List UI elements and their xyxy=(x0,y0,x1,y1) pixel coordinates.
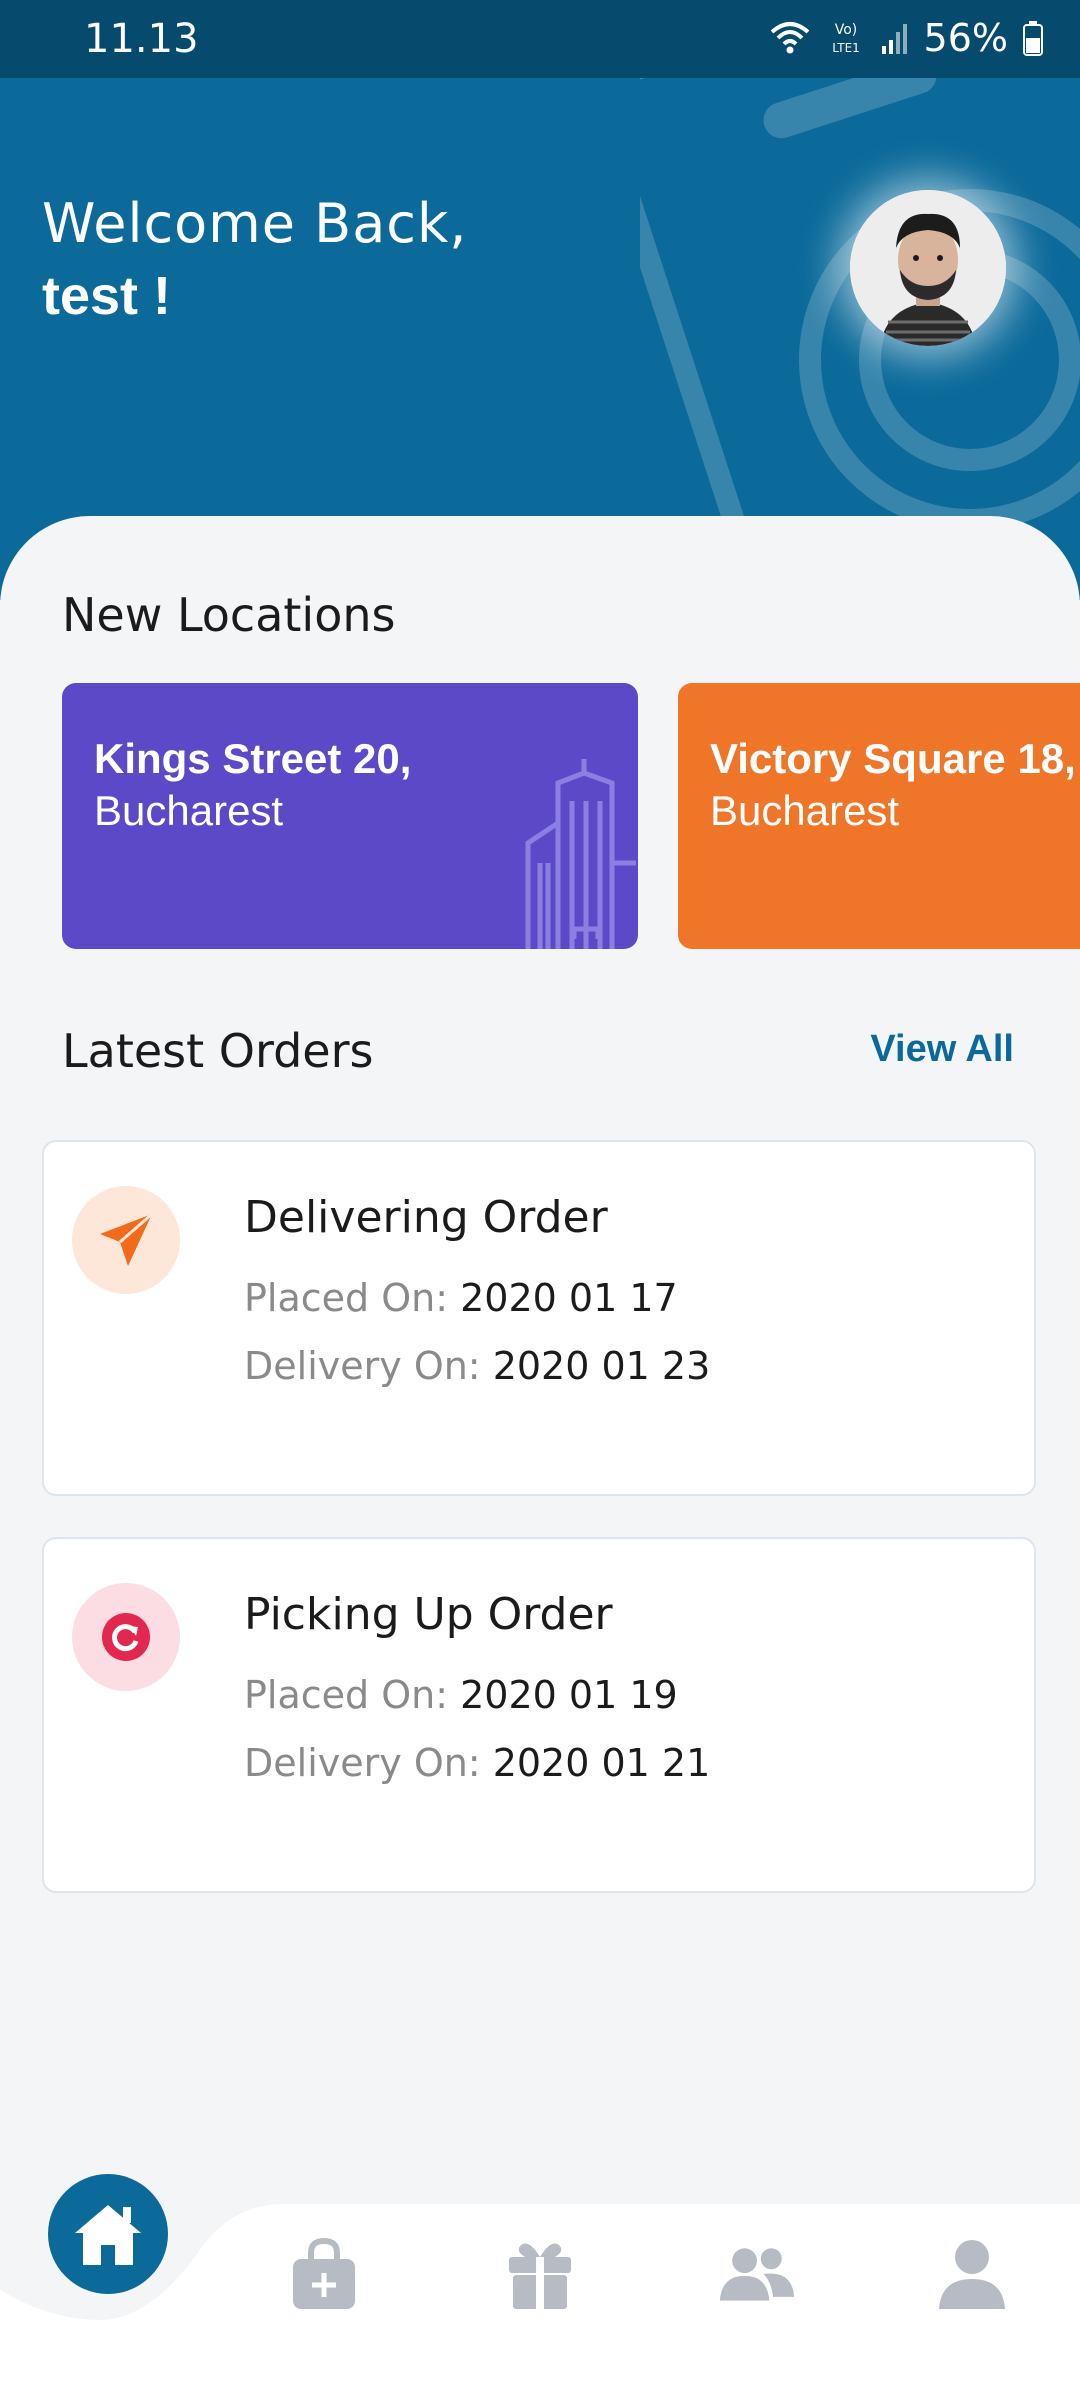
order-placed-line: Placed On: 2020 01 19 xyxy=(244,1673,678,1717)
svg-text:LTE1: LTE1 xyxy=(832,41,860,55)
order-card[interactable]: Delivering Order Placed On: 2020 01 17 D… xyxy=(42,1140,1036,1496)
battery-percent: 56% xyxy=(923,16,1008,60)
nav-home-button[interactable] xyxy=(48,2174,168,2294)
signal-icon xyxy=(881,24,907,54)
nav-rewards-button[interactable] xyxy=(500,2234,580,2314)
volte-icon: Vo) LTE1 xyxy=(832,22,860,55)
shopping-bag-icon xyxy=(293,2237,355,2309)
location-card[interactable]: Victory Square 18, Bucharest xyxy=(678,683,1080,949)
delivery-date: 2020 01 23 xyxy=(492,1344,711,1388)
avatar[interactable] xyxy=(850,190,1006,346)
order-title: Delivering Order xyxy=(244,1192,608,1243)
placed-label: Placed On: xyxy=(244,1673,449,1717)
order-placed-line: Placed On: 2020 01 17 xyxy=(244,1276,678,1320)
placed-date: 2020 01 19 xyxy=(460,1673,678,1717)
nav-community-button[interactable] xyxy=(716,2234,796,2314)
location-city: Bucharest xyxy=(94,787,284,834)
group-icon xyxy=(719,2248,795,2301)
greeting: Welcome Back, xyxy=(42,192,468,255)
battery-icon xyxy=(1023,21,1043,56)
new-locations-title: New Locations xyxy=(62,588,396,642)
home-icon xyxy=(75,2205,141,2265)
gift-icon xyxy=(509,2243,571,2309)
order-status-icon xyxy=(72,1186,180,1294)
location-city: Bucharest xyxy=(710,787,900,834)
svg-text:Vo): Vo) xyxy=(834,22,857,38)
refresh-icon xyxy=(102,1613,150,1661)
app-screen: 11.13 Vo) LTE1 56% Welcome Back, test ! … xyxy=(0,0,1080,2400)
status-icons: Vo) LTE1 56% xyxy=(768,14,1044,62)
username: test ! xyxy=(42,266,172,326)
status-time: 11.13 xyxy=(84,16,199,62)
send-icon xyxy=(100,1212,153,1266)
location-street: Victory Square 18, xyxy=(710,735,1076,782)
order-card[interactable]: Picking Up Order Placed On: 2020 01 19 D… xyxy=(42,1537,1036,1893)
welcome-text: Welcome Back, test ! xyxy=(42,192,467,327)
view-all-link[interactable]: View All xyxy=(870,1028,1014,1071)
order-delivery-line: Delivery On: 2020 01 21 xyxy=(244,1741,710,1785)
washing-machine-watermark xyxy=(640,60,1080,580)
status-bar: 11.13 Vo) LTE1 56% xyxy=(0,0,1080,78)
order-status-icon xyxy=(72,1583,180,1691)
order-title: Picking Up Order xyxy=(244,1589,613,1640)
nav-orders-button[interactable] xyxy=(284,2234,364,2314)
latest-orders-title: Latest Orders xyxy=(62,1024,374,1078)
order-delivery-line: Delivery On: 2020 01 23 xyxy=(244,1344,710,1388)
user-photo xyxy=(850,190,1006,346)
delivery-label: Delivery On: xyxy=(244,1741,481,1785)
location-card[interactable]: Kings Street 20, Bucharest xyxy=(62,683,638,949)
location-street: Kings Street 20, xyxy=(94,735,412,782)
placed-label: Placed On: xyxy=(244,1276,449,1320)
delivery-label: Delivery On: xyxy=(244,1344,481,1388)
wifi-icon xyxy=(770,22,809,54)
welcome-header: 11.13 Vo) LTE1 56% Welcome Back, test ! xyxy=(0,0,1080,600)
building-icon xyxy=(525,759,636,949)
delivery-date: 2020 01 21 xyxy=(492,1741,711,1785)
profile-icon xyxy=(939,2240,1005,2309)
placed-date: 2020 01 17 xyxy=(460,1276,678,1320)
nav-profile-button[interactable] xyxy=(932,2234,1012,2314)
